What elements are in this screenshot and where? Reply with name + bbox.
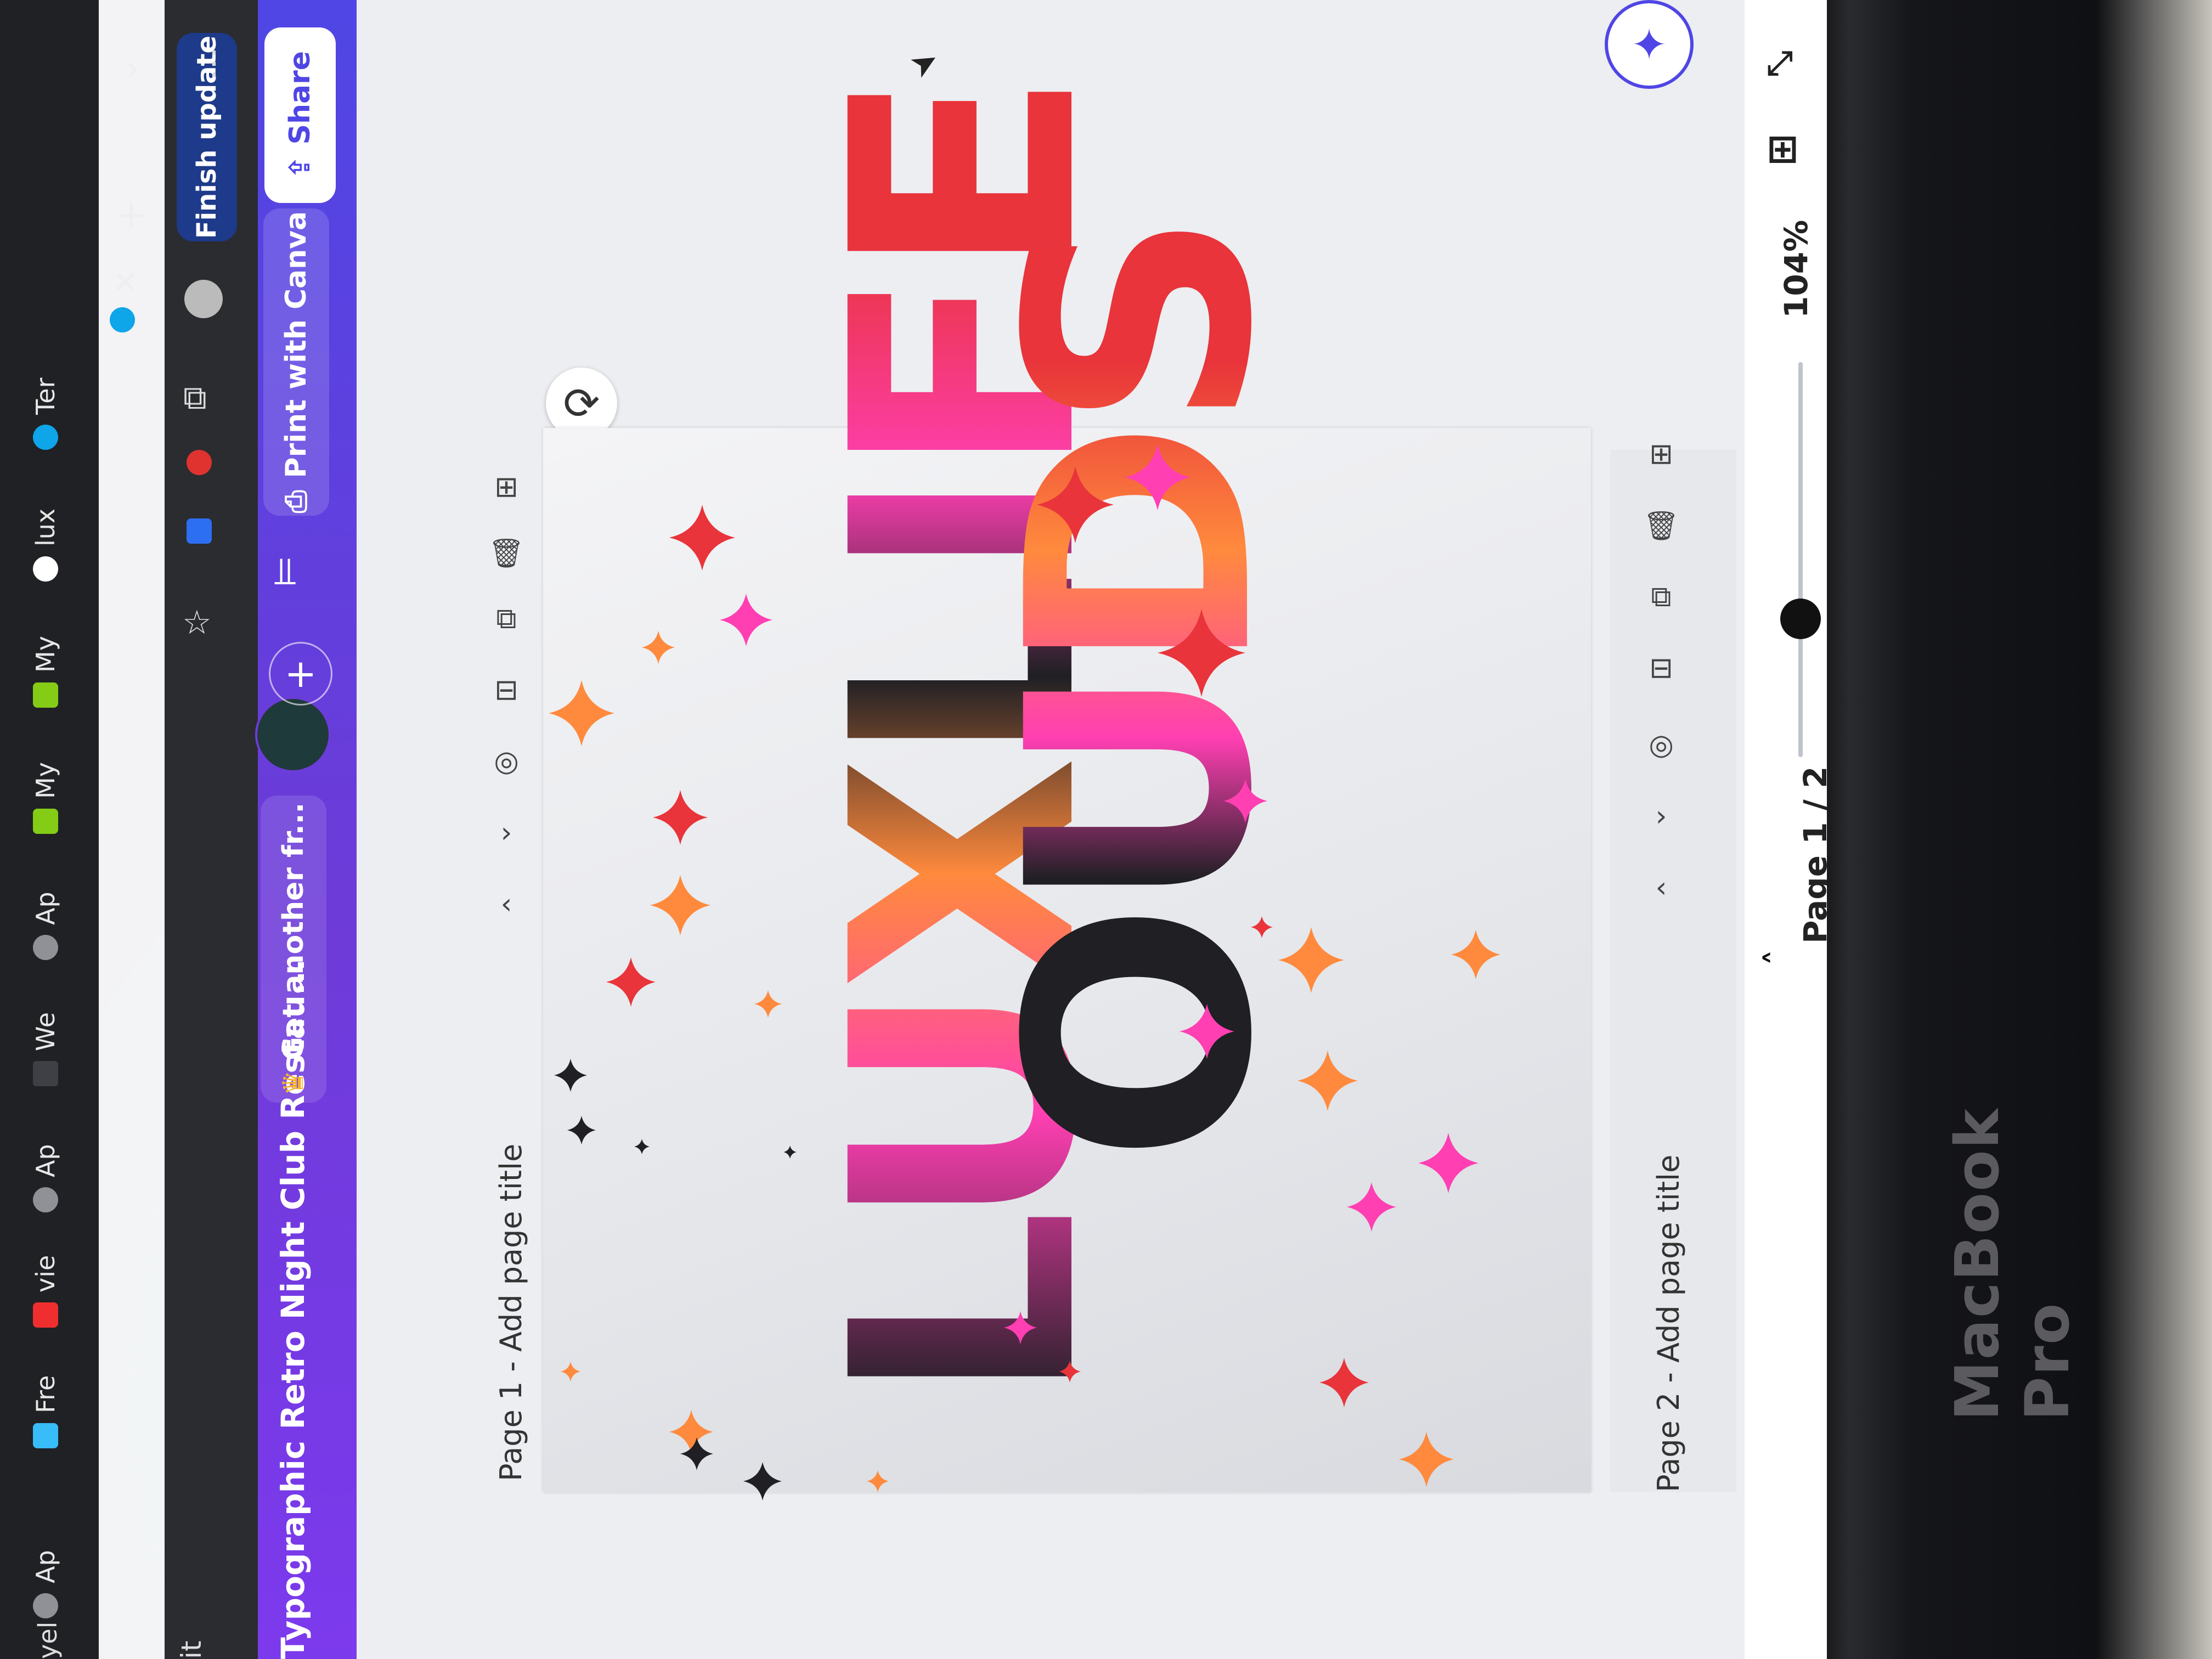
globe-icon [33, 1187, 58, 1212]
print-icon: ⎙ [279, 490, 313, 514]
tab-5[interactable]: We [31, 1012, 60, 1086]
canva-icon [33, 425, 58, 450]
tab-edge-label: yel [33, 1621, 63, 1659]
tab-overflow-icon[interactable]: › [126, 49, 139, 88]
tab-active-canva[interactable] [110, 307, 135, 332]
print-with-canva-button[interactable]: ⎙ Print with Canva [263, 208, 329, 516]
hi-icon [33, 1061, 58, 1086]
canva-icon [110, 307, 135, 332]
get-another-button[interactable]: ♛ Get another fr... [261, 795, 326, 1103]
share-icon: ⇪ [284, 155, 317, 180]
user-avatar[interactable] [255, 697, 331, 772]
delete-page-icon[interactable]: 🗑 [1643, 510, 1679, 543]
shopify-icon [33, 682, 58, 708]
grid-view-icon[interactable]: ⊞ [1767, 126, 1799, 171]
page-2-title[interactable]: Page 2 - Add page title [1651, 1155, 1686, 1492]
zoom-level[interactable]: 104% [1778, 220, 1815, 318]
share-button[interactable]: ⇪ Share [264, 27, 336, 203]
show-pages-toggle[interactable]: ˄ [1758, 950, 1796, 966]
add-collaborator-button[interactable]: + [269, 642, 332, 706]
sparkle-icon: ✦ [1630, 19, 1668, 70]
tab-label: Ap [31, 1550, 60, 1583]
tab-label: lux [31, 508, 60, 546]
tab-label: My [31, 636, 60, 673]
tab-9[interactable]: lux [31, 509, 60, 582]
poster-line-2-text: OUDS [962, 220, 1320, 1163]
macbook-brand-label: MacBook Pro [1942, 1107, 2083, 1421]
chevron-down-icon[interactable]: › [491, 816, 522, 849]
extension-icon[interactable] [187, 450, 212, 475]
tab-label: vie [31, 1255, 60, 1293]
globe-icon [33, 935, 58, 960]
print-label: Print with Canva [280, 211, 313, 478]
tab-3[interactable]: vie [31, 1255, 60, 1328]
play-icon [33, 1423, 58, 1448]
crown-icon: ♛ [277, 1070, 310, 1096]
eye-hide-icon[interactable]: ◎ [491, 745, 522, 778]
zoom-slider-track[interactable] [1798, 362, 1803, 757]
add-page-icon[interactable]: ⊞ [1646, 438, 1677, 471]
page-1-title[interactable]: Page 1 - Add page title [494, 1144, 528, 1481]
add-page-icon[interactable]: ⊞ [491, 471, 522, 504]
get-another-label: Get another fr... [277, 802, 310, 1060]
tab-10[interactable]: Ter [31, 378, 60, 450]
address-bar-text[interactable]: it [176, 1641, 207, 1659]
eye-hide-icon[interactable]: ◎ [1646, 729, 1677, 761]
magic-assistant-button[interactable]: ✦ [1605, 0, 1694, 89]
tab-7[interactable]: My [31, 762, 60, 834]
tab-1[interactable]: Ap [31, 1550, 60, 1618]
chevron-up-icon[interactable]: ‹ [491, 888, 522, 921]
tab-label: Ap [31, 891, 60, 925]
share-label: Share [284, 50, 317, 145]
tab-8[interactable]: My [31, 636, 60, 708]
extension-icon[interactable] [187, 518, 212, 544]
youtube-icon [33, 1302, 58, 1328]
extensions-puzzle-icon[interactable]: ⧉ [183, 379, 207, 417]
lock-icon[interactable]: ⊟ [491, 674, 522, 707]
close-tab-icon[interactable]: × [112, 263, 138, 299]
chevron-up-icon[interactable]: ‹ [1646, 871, 1677, 904]
chevron-down-icon[interactable]: › [1646, 800, 1677, 833]
star-bookmark-icon[interactable]: ☆ [182, 603, 212, 642]
lock-icon[interactable]: ⊟ [1646, 652, 1677, 685]
tab-6[interactable]: Ap [31, 891, 60, 960]
delete-page-icon[interactable]: 🗑 [488, 537, 524, 570]
tab-label: Ap [31, 1144, 60, 1177]
new-tab-icon[interactable]: + [115, 192, 148, 237]
tab-2[interactable]: Fre [31, 1375, 60, 1448]
browser-menu-icon[interactable]: ⋮ [198, 44, 230, 82]
globe-icon [33, 1593, 58, 1618]
tab-label: Fre [31, 1375, 60, 1413]
browser-toolbar [165, 0, 258, 1659]
tab-label: We [31, 1012, 60, 1051]
google-icon [33, 556, 58, 582]
tab-label: Ter [31, 377, 60, 415]
insights-chart-icon[interactable]: ⫫ [274, 549, 296, 594]
tab-label: My [31, 762, 60, 799]
duplicate-page-icon[interactable]: ⧉ [491, 602, 522, 635]
zoom-slider-handle[interactable] [1780, 599, 1821, 639]
profile-avatar[interactable] [184, 280, 223, 318]
duplicate-page-icon[interactable]: ⧉ [1646, 580, 1677, 613]
fullscreen-icon[interactable]: ⤢ [1767, 44, 1793, 82]
poster-headline-line-2[interactable]: OUDS [962, 220, 1320, 1163]
tab-4[interactable]: Ap [31, 1144, 60, 1212]
shopify-icon [33, 809, 58, 834]
